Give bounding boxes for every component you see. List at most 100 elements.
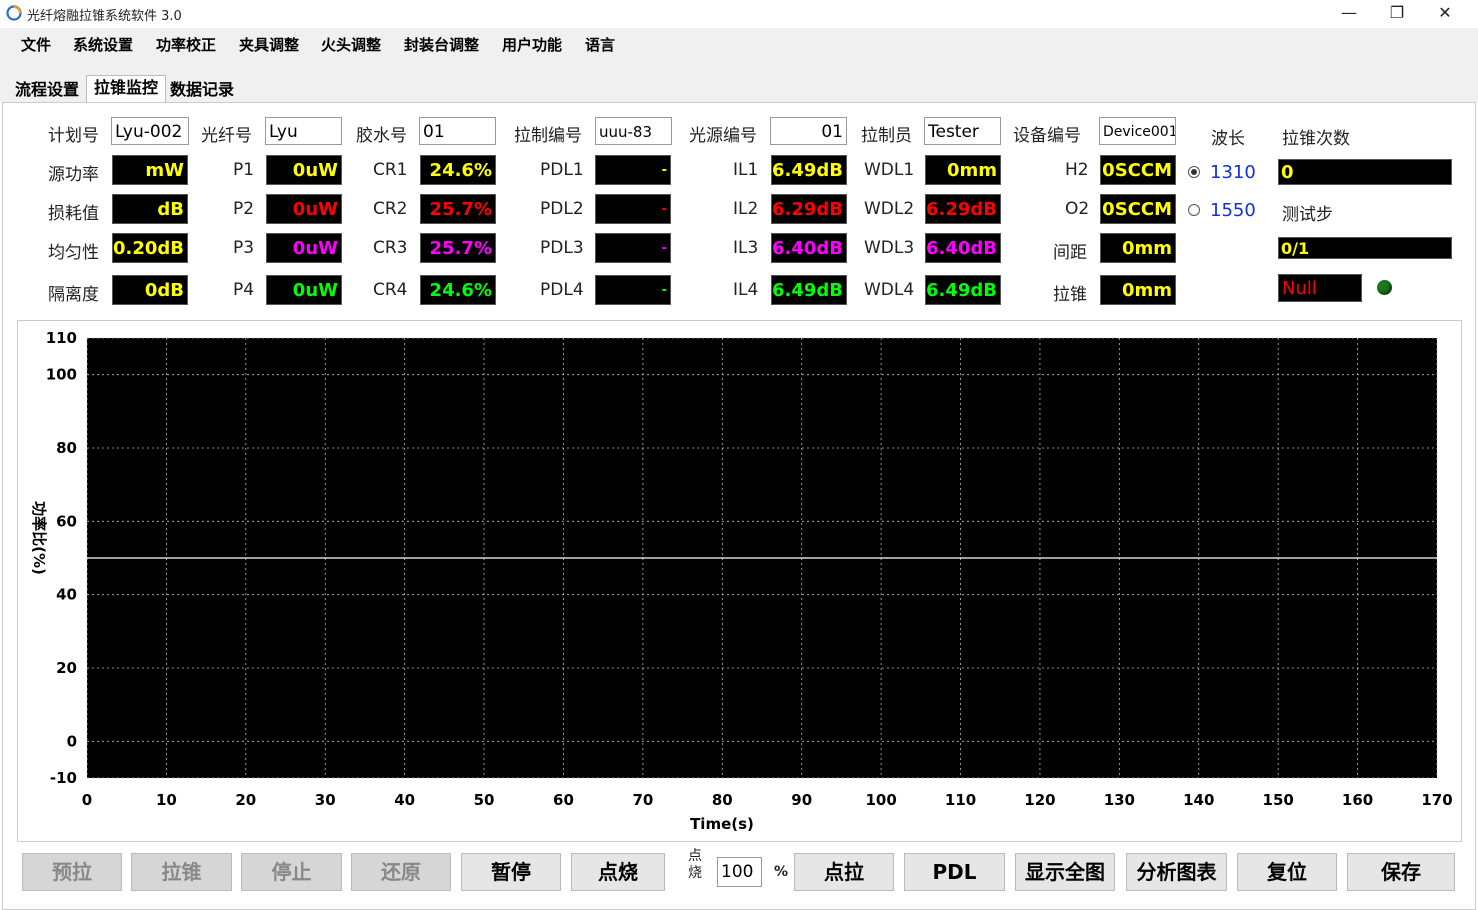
menu-language[interactable]: 语言 [585,34,615,55]
power-ratio-chart: 0 10 20 30 40 50 60 70 80 90 100 110 120 130 140 150 160… [30,329,1453,833]
x-tick-label: 60 [553,791,574,809]
reset-button[interactable]: 复位 [1237,853,1337,891]
status-display: Null [1278,274,1362,302]
menu-system-settings[interactable]: 系统设置 [73,34,133,55]
isolation-label: 隔离度 [48,285,99,305]
y-tick-label: 80 [56,439,77,457]
wdl4-display: 6.49dB [925,275,1001,305]
plan-no-label: 计划号 [48,126,99,146]
wdl1-label: WDL1 [864,160,915,180]
p1-label: P1 [233,160,255,180]
pdl1-display: - [595,155,671,185]
h2-label: H2 [1065,160,1089,180]
pdl3-display: - [595,233,671,263]
pdl2-display: - [595,194,671,224]
y-tick-label: 100 [46,366,77,384]
restore-button[interactable]: 还原 [351,853,451,891]
glue-no-label: 胶水号 [356,126,407,146]
il1-display: 6.49dB [771,155,847,185]
wavelength-1550-radio[interactable] [1188,204,1200,216]
taper-count-display: 0 [1278,159,1452,185]
y-tick-label: 110 [46,329,77,347]
il3-label: IL3 [733,238,759,258]
uniformity-display: 0.20dB [112,233,188,263]
make-no-label: 拉制编号 [514,126,582,146]
source-no-label: 光源编号 [689,126,757,146]
x-tick-label: 150 [1263,791,1294,809]
cr3-label: CR3 [373,238,408,258]
spot-burn-button[interactable]: 点烧 [571,853,665,891]
plan-no-field[interactable]: Lyu-002 [111,117,189,145]
menu-bar: 文件 系统设置 功率校正 夹具调整 火头调整 封装台调整 用户功能 语言 [0,28,1478,58]
menu-power-calibration[interactable]: 功率校正 [156,34,216,55]
wavelength-1550-label[interactable]: 1550 [1210,200,1256,221]
operator-field[interactable]: Tester [924,117,1001,145]
p1-display: 0uW [266,155,342,185]
p3-display: 0uW [266,233,342,263]
spot-burn-percent-input[interactable]: 100 [717,857,762,887]
spot-burn-label-bottom: 烧 [688,865,702,881]
x-tick-label: 110 [945,791,976,809]
y-tick-label: 20 [56,659,77,677]
spot-pull-button[interactable]: 点拉 [794,853,894,891]
y-tick-label: 0 [67,732,77,750]
pdl3-label: PDL3 [540,238,584,258]
glue-no-field[interactable]: 01 [419,117,496,145]
wdl2-display: 6.29dB [925,194,1001,224]
wavelength-1310-label[interactable]: 1310 [1210,162,1256,183]
taper-button[interactable]: 拉锥 [131,853,232,891]
tab-process-settings[interactable]: 流程设置 [11,78,83,102]
device-no-field[interactable]: Device001 [1099,117,1176,145]
p4-label: P4 [233,280,255,300]
device-no-label: 设备编号 [1013,126,1081,146]
x-tick-label: 140 [1183,791,1214,809]
menu-user-functions[interactable]: 用户功能 [502,34,562,55]
h2-display: 0SCCM [1100,155,1176,185]
pdl-button[interactable]: PDL [904,853,1005,891]
x-axis-label: Time(s) [690,815,754,833]
wavelength-1310-radio[interactable] [1188,166,1200,178]
il2-label: IL2 [733,199,759,219]
o2-label: O2 [1065,199,1090,219]
wdl3-display: 6.40dB [925,233,1001,263]
close-button[interactable]: ✕ [1422,2,1468,24]
stop-button[interactable]: 停止 [241,853,342,891]
tab-taper-monitor[interactable]: 拉锥监控 [86,75,166,104]
analyze-chart-button[interactable]: 分析图表 [1126,853,1227,891]
spacing-label: 间距 [1053,243,1087,263]
menu-file[interactable]: 文件 [21,34,51,55]
x-tick-label: 160 [1342,791,1373,809]
pre-pull-button[interactable]: 预拉 [22,853,122,891]
pdl2-label: PDL2 [540,199,584,219]
spot-burn-label-top: 点 [688,848,702,864]
pause-button[interactable]: 暂停 [461,853,561,891]
title-bar: 光纤熔融拉锥系统软件 3.0 — ❐ ✕ [0,0,1478,28]
x-tick-label: 80 [712,791,733,809]
test-step-label: 测试步 [1282,205,1333,225]
minimize-button[interactable]: — [1326,2,1372,24]
cr1-display: 24.6% [420,155,496,185]
menu-fixture-adjust[interactable]: 夹具调整 [239,34,299,55]
tab-data-records[interactable]: 数据记录 [166,78,238,102]
il1-label: IL1 [733,160,759,180]
maximize-button[interactable]: ❐ [1374,2,1420,24]
p2-label: P2 [233,199,255,219]
fiber-no-label: 光纤号 [201,126,252,146]
fiber-no-field[interactable]: Lyu [265,117,342,145]
cr2-display: 25.7% [420,194,496,224]
x-tick-label: 10 [156,791,177,809]
x-tick-label: 130 [1104,791,1135,809]
p4-display: 0uW [266,275,342,305]
show-full-chart-button[interactable]: 显示全图 [1015,853,1115,891]
percent-unit-label: % [774,864,789,880]
p3-label: P3 [233,238,255,258]
il3-display: 6.40dB [771,233,847,263]
menu-torch-adjust[interactable]: 火头调整 [321,34,381,55]
y-tick-label: 60 [56,512,77,530]
source-no-field[interactable]: 01 [770,117,847,145]
make-no-field[interactable]: uuu-83 [595,117,672,145]
il2-display: 6.29dB [771,194,847,224]
x-tick-label: 30 [315,791,336,809]
menu-package-stage-adjust[interactable]: 封装台调整 [404,34,479,55]
save-button[interactable]: 保存 [1347,853,1455,891]
